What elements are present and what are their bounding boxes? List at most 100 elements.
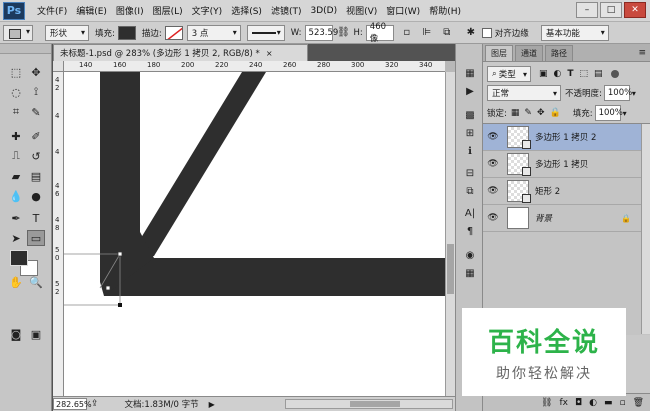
layer-row[interactable]: 👁 背景 🔒 xyxy=(483,205,641,232)
menu-filter[interactable]: 滤镜(T) xyxy=(271,4,302,17)
path-alignment-icon[interactable]: ⊫ xyxy=(420,26,434,40)
stroke-width-select[interactable]: 3 点 ▾ xyxy=(186,24,241,41)
menu-view[interactable]: 视图(V) xyxy=(346,4,377,17)
tab-layers[interactable]: 图层 xyxy=(485,45,513,61)
dodge-tool-icon[interactable]: ● xyxy=(27,188,45,204)
properties-panel-icon[interactable]: ⊞ xyxy=(462,126,478,140)
height-input[interactable]: 460 像 xyxy=(365,22,394,44)
new-adjustment-layer-icon[interactable]: ◐ xyxy=(589,398,597,408)
chevron-down-icon[interactable]: ▾ xyxy=(623,109,627,118)
stroke-type-select[interactable]: ▾ xyxy=(246,24,285,41)
maximize-button[interactable]: □ xyxy=(600,2,622,18)
scrollbar-thumb[interactable] xyxy=(350,401,400,407)
document-tab[interactable]: 未标题-1.psd @ 283% (多边形 1 拷贝 2, RGB/8) * × xyxy=(53,44,308,61)
crop-tool-icon[interactable]: ⌗ xyxy=(7,104,25,120)
gear-icon[interactable]: ✱ xyxy=(464,26,478,40)
menu-type[interactable]: 文字(Y) xyxy=(192,4,223,17)
scrollbar-thumb[interactable] xyxy=(447,244,454,294)
quick-select-tool-icon[interactable]: ⟟ xyxy=(27,84,45,100)
zoom-level-field[interactable]: 282.65% xyxy=(53,398,92,410)
menu-window[interactable]: 窗口(W) xyxy=(386,4,420,17)
close-tab-icon[interactable]: × xyxy=(266,49,273,58)
menu-3d[interactable]: 3D(D) xyxy=(310,6,337,16)
horizontal-scrollbar[interactable] xyxy=(285,399,453,409)
navigator-panel-icon[interactable]: ▦ xyxy=(462,266,478,280)
close-button[interactable]: ✕ xyxy=(624,2,646,18)
character-panel-icon[interactable]: A| xyxy=(462,206,478,220)
type-filter-icon[interactable]: T xyxy=(567,69,573,79)
healing-brush-tool-icon[interactable]: ✚ xyxy=(7,128,25,144)
brush-tool-icon[interactable]: ✐ xyxy=(27,128,45,144)
menu-help[interactable]: 帮助(H) xyxy=(429,4,461,17)
add-mask-icon[interactable]: ◘ xyxy=(575,398,582,408)
export-icon[interactable]: ⇪ xyxy=(91,399,99,409)
stroke-color-swatch[interactable] xyxy=(164,25,183,40)
menu-image[interactable]: 图像(I) xyxy=(116,4,144,17)
status-menu-arrow-icon[interactable]: ▶ xyxy=(209,400,215,409)
layer-row[interactable]: 👁 多边形 1 拷贝 2 xyxy=(483,124,641,151)
pen-tool-icon[interactable]: ✒ xyxy=(7,210,25,226)
brush-presets-icon[interactable]: ⊟ xyxy=(462,166,478,180)
vertical-ruler[interactable]: 4 2 4 4 4 6 4 8 5 0 5 2 xyxy=(53,72,64,396)
lock-position-icon[interactable]: ✥ xyxy=(537,108,545,118)
horizontal-ruler[interactable]: 140 160 180 200 220 240 260 280 300 320 … xyxy=(53,61,445,72)
opacity-input[interactable]: 100% xyxy=(603,85,632,101)
fill-color-swatch[interactable] xyxy=(117,25,136,40)
blend-mode-select[interactable]: 正常 ▾ xyxy=(487,85,561,101)
swatches-panel-icon[interactable]: ◉ xyxy=(462,248,478,262)
menu-edit[interactable]: 编辑(E) xyxy=(76,4,107,17)
vertical-scrollbar[interactable] xyxy=(445,72,455,396)
layer-style-icon[interactable]: fx xyxy=(559,398,568,408)
tab-paths[interactable]: 路径 xyxy=(545,45,573,61)
chevron-down-icon[interactable]: ▾ xyxy=(632,89,636,98)
trash-icon[interactable]: 🗑 xyxy=(633,398,644,408)
workspace-select[interactable]: 基本功能 ▾ xyxy=(540,24,609,41)
path-arrangement-icon[interactable]: ⧉ xyxy=(440,26,454,40)
hand-tool-icon[interactable]: ✋ xyxy=(7,274,25,290)
rectangle-tool-icon[interactable]: ▭ xyxy=(27,230,45,246)
shape-mode-select[interactable]: 形状 ▾ xyxy=(45,24,89,41)
type-tool-icon[interactable]: T xyxy=(27,210,45,226)
link-layers-icon[interactable]: ⛓ xyxy=(541,398,552,408)
paragraph-panel-icon[interactable]: ¶ xyxy=(462,224,478,238)
layer-row[interactable]: 👁 矩形 2 xyxy=(483,178,641,205)
shape-filter-icon[interactable]: ⬚ xyxy=(580,69,589,79)
eyedropper-tool-icon[interactable]: ✎ xyxy=(27,104,45,120)
document-canvas[interactable] xyxy=(64,72,445,396)
blur-tool-icon[interactable]: 💧 xyxy=(7,188,25,204)
link-icon[interactable]: ⛓ xyxy=(337,26,351,40)
marquee-tool-icon[interactable]: ⬚ xyxy=(7,64,25,80)
path-operations-icon[interactable]: ▫ xyxy=(400,26,414,40)
eye-icon[interactable]: 👁 xyxy=(483,159,503,169)
ruler-origin[interactable] xyxy=(53,61,64,72)
layer-comps-icon[interactable]: ⧉ xyxy=(462,184,478,198)
lock-transparency-icon[interactable]: ▦ xyxy=(511,108,520,118)
zoom-tool-icon[interactable]: 🔍 xyxy=(27,274,45,290)
adjustment-filter-icon[interactable]: ◐ xyxy=(554,69,562,79)
tool-preset-picker[interactable] xyxy=(3,24,33,41)
pixel-filter-icon[interactable]: ▣ xyxy=(539,69,548,79)
smart-object-filter-icon[interactable]: ▤ xyxy=(594,69,603,79)
gradient-tool-icon[interactable]: ▤ xyxy=(27,168,45,184)
screen-mode-icon[interactable]: ▣ xyxy=(27,326,45,342)
history-panel-icon[interactable]: ▦ xyxy=(462,66,478,80)
filter-toggle-icon[interactable] xyxy=(610,70,619,78)
lock-pixels-icon[interactable]: ✎ xyxy=(524,108,532,118)
layer-row[interactable]: 👁 多边形 1 拷贝 xyxy=(483,151,641,178)
menu-select[interactable]: 选择(S) xyxy=(231,4,262,17)
layer-filter-select[interactable]: ⌕ 类型 ▾ xyxy=(487,66,531,82)
eye-icon[interactable]: 👁 xyxy=(483,213,503,223)
eraser-tool-icon[interactable]: ▰ xyxy=(7,168,25,184)
quick-mask-icon[interactable]: ◙ xyxy=(7,326,25,342)
history-brush-tool-icon[interactable]: ↺ xyxy=(27,148,45,164)
move-tool-icon[interactable]: ✥ xyxy=(27,64,45,80)
actions-panel-icon[interactable]: ▶ xyxy=(462,84,478,98)
eye-icon[interactable]: 👁 xyxy=(483,186,503,196)
foreground-color-swatch[interactable] xyxy=(10,250,28,266)
info-panel-icon[interactable]: ℹ xyxy=(462,144,478,158)
new-group-icon[interactable]: ▬ xyxy=(604,398,613,408)
align-edges-checkbox[interactable] xyxy=(481,27,492,38)
fill-input[interactable]: 100% xyxy=(594,105,623,121)
menu-layer[interactable]: 图层(L) xyxy=(153,4,183,17)
path-select-tool-icon[interactable]: ➤ xyxy=(7,230,25,246)
